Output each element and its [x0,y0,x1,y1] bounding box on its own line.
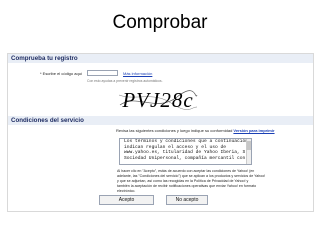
decline-button[interactable]: No acepto [166,195,208,205]
terms-line: Los términos y condiciones que a continu… [124,139,252,144]
consent-text-line: electrónico. [117,189,136,193]
more-info-link[interactable]: Más información [123,71,152,76]
conditions-section-header: Condiciones del servicio [8,116,313,125]
terms-textarea[interactable]: Los términos y condiciones que a continu… [119,138,252,165]
consent-text-line: adelante, las "Condiciones del servicio"… [117,174,266,178]
verify-section-header: Comprueba tu registro [8,54,313,63]
captcha-note: Con esto ayudas a prevenir registros aut… [87,79,163,83]
code-label: * Escribe el código aquí [40,71,83,76]
terms-line: Sociedad Unipersonal, compañía mercantil… [124,155,246,161]
print-version-link[interactable]: Versión para imprimir [233,128,274,133]
slide-title: Comprobar [112,12,208,33]
accept-button[interactable]: Acepto [99,195,154,205]
consent-text-line: también la aceptación de recibir notific… [117,184,257,188]
terms-scrollbar[interactable] [246,139,251,164]
terms-intro: Revisa las siguientes condiciones y lueg… [116,128,275,133]
captcha-code-input[interactable] [87,70,118,76]
terms-line: www.yahoo.es, titularidad de Yahoo Iberi… [124,150,252,156]
terms-intro-text: Revisa las siguientes condiciones y lueg… [116,128,234,133]
consent-text-line: y que se adjuntan, así como las recogida… [117,179,249,183]
terms-scrollbar-thumb[interactable] [247,141,251,150]
consent-text-line: Al hacer clic en "Acepto", estás de acue… [117,169,255,173]
captcha-distorted-text: PVJ28c [122,87,194,112]
